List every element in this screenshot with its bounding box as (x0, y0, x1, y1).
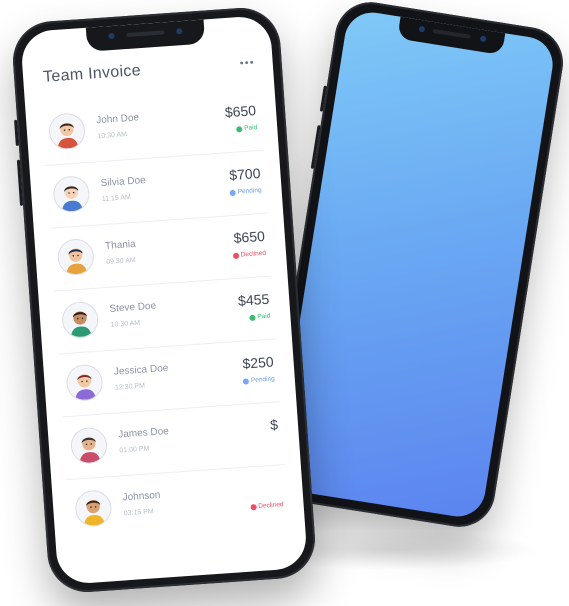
user-avatar-icon (60, 300, 100, 340)
status-dot-icon (250, 503, 257, 510)
invoice-name: John Doe (95, 112, 140, 127)
page-title: Team Invoice (42, 62, 142, 86)
speaker-grille (126, 30, 165, 37)
invoice-time: 03:15 PM (123, 508, 154, 518)
invoice-amount: $650 (233, 227, 266, 246)
phone-left-mute-button (14, 119, 19, 146)
user-avatar-icon (74, 489, 113, 528)
status-label: Pending (250, 375, 276, 385)
status-dot-icon (242, 377, 250, 385)
phone-right-screen (273, 8, 557, 521)
status-label: Paid (257, 312, 271, 321)
status-badge: Pending (242, 375, 276, 385)
user-avatar-icon (47, 112, 87, 151)
phone-left-screen: Team Invoice John Doe 10:30 AM $650 Paid Sil… (19, 14, 309, 586)
invoice-time: 12:30 PM (114, 382, 146, 392)
status-label: Paid (243, 124, 258, 132)
invoice-amount: $650 (224, 102, 257, 121)
status-dot-icon (229, 189, 237, 196)
phone-left-volume-button (16, 159, 24, 206)
invoice-time: 10:30 AM (110, 319, 141, 329)
invoice-name: Thania (104, 238, 137, 252)
sensor-icon (176, 28, 183, 35)
more-horizontal-icon[interactable] (238, 58, 255, 67)
mockup-stage: Team Invoice John Doe 10:30 AM $650 Paid Sil… (0, 0, 569, 606)
invoice-amount: $250 (241, 353, 275, 372)
invoice-time: 09:30 AM (105, 256, 136, 266)
user-avatar-icon (65, 363, 104, 402)
user-avatar-icon (56, 237, 96, 277)
front-camera-icon (108, 32, 115, 40)
invoice-time: 11:15 AM (101, 194, 132, 204)
phone-left-notch (85, 19, 206, 52)
user-avatar-icon (52, 174, 91, 214)
invoice-name: Steve Doe (109, 300, 157, 315)
phone-right-volume-button (310, 125, 321, 169)
invoice-amount: $ (269, 416, 279, 433)
invoice-list: John Doe 10:30 AM $650 Paid Silvia Doe 11:15 … (25, 87, 305, 543)
sensor-icon (479, 35, 487, 43)
status-badge: Paid (249, 312, 271, 321)
invoice-amount: $455 (237, 290, 270, 309)
user-avatar-icon (69, 426, 109, 465)
invoice-time: 01:00 PM (119, 445, 150, 455)
invoice-name: James Doe (117, 426, 170, 441)
invoice-time: 10:30 AM (97, 131, 128, 141)
invoice-name: Silvia Doe (100, 175, 147, 190)
invoice-name: Johnson (122, 489, 161, 504)
speaker-grille (432, 28, 471, 39)
invoice-name: Jessica Doe (113, 362, 169, 378)
status-dot-icon (232, 252, 239, 259)
status-badge: Paid (236, 124, 258, 133)
status-badge: Declined (232, 249, 267, 259)
status-label: Declined (240, 249, 267, 259)
phone-left: Team Invoice John Doe 10:30 AM $650 Paid Sil… (10, 5, 318, 595)
status-dot-icon (236, 125, 243, 133)
status-label: Pending (237, 186, 262, 196)
status-badge: Pending (229, 186, 262, 196)
invoice-amount: $700 (228, 164, 261, 184)
status-label: Declined (258, 501, 284, 510)
front-camera-icon (418, 25, 426, 33)
phone-right-mute-button (319, 85, 327, 112)
phone-right-notch (397, 16, 506, 56)
status-badge: Declined (250, 501, 284, 510)
status-dot-icon (249, 314, 256, 321)
